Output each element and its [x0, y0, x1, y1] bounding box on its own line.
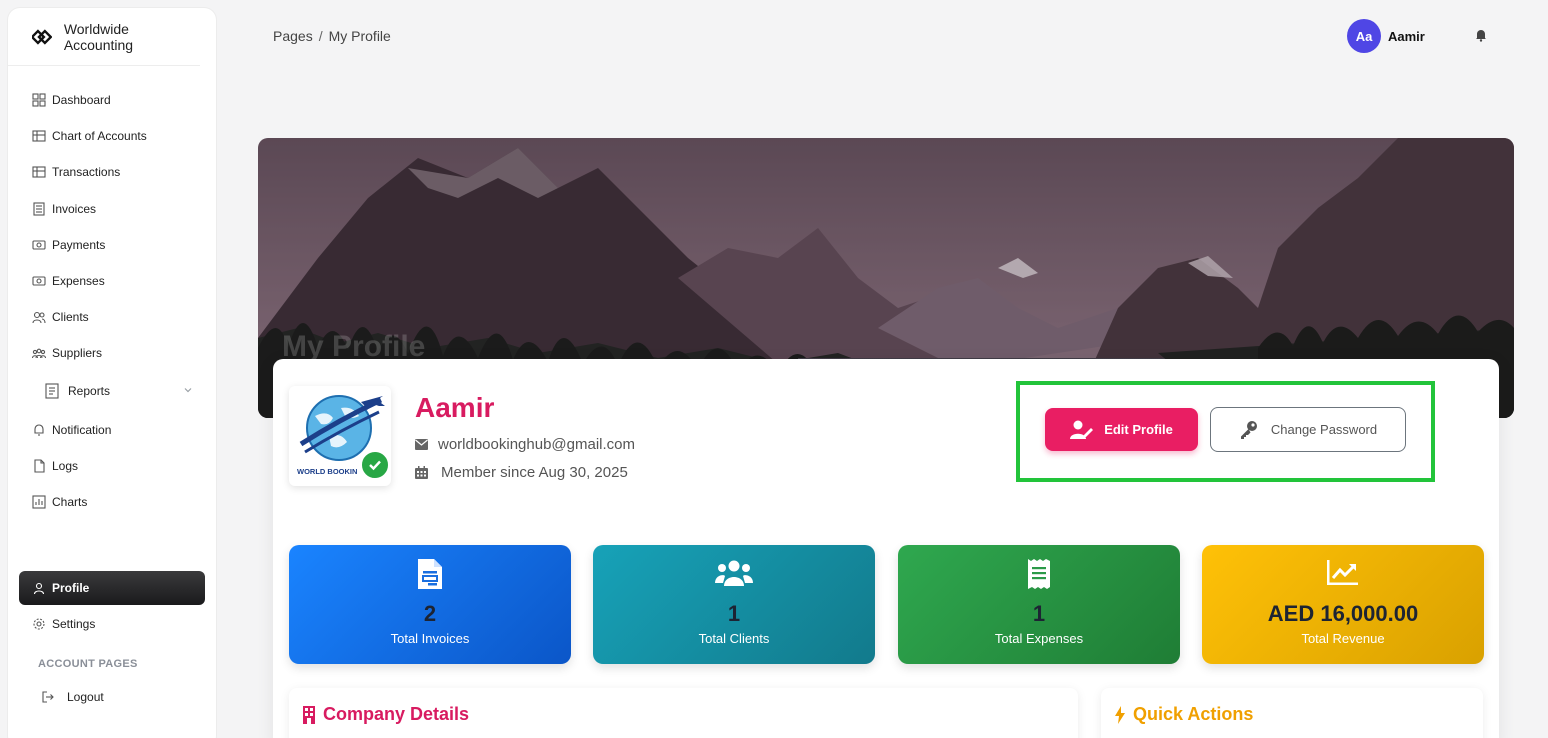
user-name[interactable]: Aamir	[1388, 29, 1425, 44]
sidebar-item-profile[interactable]: Profile	[19, 571, 205, 605]
verified-badge-icon	[359, 449, 391, 481]
table-icon	[32, 166, 46, 178]
sidebar-item-charts[interactable]: Charts	[19, 485, 205, 519]
chevron-down-icon[interactable]	[183, 385, 193, 395]
invoice-icon	[33, 202, 45, 216]
sidebar-item-label: Transactions	[52, 165, 121, 179]
sidebar-item-settings[interactable]: Settings	[19, 607, 205, 641]
stat-label: Total Revenue	[1301, 631, 1385, 646]
stat-value: 2	[423, 601, 437, 626]
stat-label: Total Invoices	[390, 631, 470, 646]
breadcrumb-parent[interactable]: Pages	[273, 28, 313, 44]
edit-profile-button[interactable]: Edit Profile	[1045, 408, 1198, 451]
stat-value: AED 16,000.00	[1267, 601, 1419, 626]
user-icon	[33, 582, 45, 595]
sidebar-item-label: Invoices	[52, 202, 97, 216]
sidebar-item-chart-of-accounts[interactable]: Chart of Accounts	[19, 119, 205, 153]
receipt-icon	[1028, 559, 1050, 589]
bell-icon[interactable]	[1474, 28, 1488, 42]
sidebar-item-label: Profile	[52, 581, 90, 595]
users-icon	[715, 560, 753, 586]
sidebar-item-label: Clients	[52, 310, 89, 324]
breadcrumb-current: My Profile	[328, 28, 391, 44]
sidebar-item-label: Logs	[52, 459, 79, 473]
sidebar-item-label: Reports	[68, 384, 111, 398]
calendar-icon	[415, 466, 428, 479]
stat-card-expenses[interactable]: 1 Total Expenses	[898, 545, 1180, 664]
profile-email: worldbookinghub@gmail.com	[415, 436, 635, 453]
sidebar-item-logs[interactable]: Logs	[19, 449, 205, 483]
sidebar-item-label: Settings	[52, 617, 96, 631]
stat-card-clients[interactable]: 1 Total Clients	[593, 545, 875, 664]
logo-text: WORLD BOOKIN	[297, 467, 357, 476]
sidebar: Worldwide Accounting Dashboard Chart of …	[8, 8, 216, 738]
sidebar-item-label: Expenses	[52, 274, 105, 288]
change-password-label: Change Password	[1270, 422, 1378, 437]
sidebar-item-notification[interactable]: Notification	[19, 413, 205, 447]
breadcrumb-separator: /	[318, 28, 323, 44]
profile-email-text: worldbookinghub@gmail.com	[438, 436, 635, 453]
breadcrumb: Pages / My Profile	[273, 28, 391, 44]
member-since-text: Member since Aug 30, 2025	[441, 464, 628, 481]
key-icon	[1240, 420, 1257, 439]
change-password-button[interactable]: Change Password	[1210, 407, 1406, 452]
stat-card-revenue[interactable]: AED 16,000.00 Total Revenue	[1202, 545, 1484, 664]
group-icon	[32, 348, 46, 359]
sidebar-item-suppliers[interactable]: Suppliers	[19, 336, 205, 370]
user-menu[interactable]: Aa Aamir	[1347, 19, 1425, 53]
quick-actions-label: Quick Actions	[1133, 704, 1254, 724]
sidebar-item-dashboard[interactable]: Dashboard	[19, 83, 205, 117]
sidebar-item-expenses[interactable]: Expenses	[19, 264, 205, 298]
stat-label: Total Clients	[698, 631, 770, 646]
sidebar-item-invoices[interactable]: Invoices	[19, 192, 205, 226]
stat-value: 1	[1032, 601, 1046, 626]
building-icon	[303, 705, 315, 724]
sidebar-item-label: Chart of Accounts	[52, 129, 147, 143]
company-details-panel: Company Details	[289, 688, 1078, 738]
profile-card: WORLD BOOKIN Aamir worldbookinghub@gmail…	[273, 359, 1499, 738]
logout-label: Logout	[67, 690, 104, 704]
diamond-logo-icon	[32, 28, 52, 45]
bolt-icon	[1115, 705, 1125, 724]
trend-chart-icon	[1327, 560, 1358, 585]
users-icon	[32, 311, 46, 324]
invoice-icon	[418, 559, 442, 589]
sidebar-item-reports[interactable]: Reports	[19, 374, 205, 408]
report-icon	[45, 383, 59, 399]
table-icon	[32, 130, 46, 142]
money-icon	[32, 276, 46, 286]
sidebar-item-label: Dashboard	[52, 93, 111, 107]
company-details-label: Company Details	[323, 704, 470, 724]
money-icon	[32, 240, 46, 250]
envelope-icon	[415, 439, 428, 450]
user-edit-icon	[1070, 420, 1094, 439]
company-details-title: Company Details	[303, 704, 469, 725]
sidebar-item-label: Notification	[52, 423, 112, 437]
sidebar-item-transactions[interactable]: Transactions	[19, 155, 205, 189]
sidebar-item-label: Suppliers	[52, 346, 103, 360]
brand[interactable]: Worldwide Accounting	[8, 8, 200, 66]
logout-icon	[42, 691, 54, 703]
quick-actions-title: Quick Actions	[1115, 704, 1253, 725]
bar-chart-icon	[32, 495, 46, 509]
sidebar-item-label: Charts	[52, 495, 88, 509]
sidebar-item-clients[interactable]: Clients	[19, 300, 205, 334]
gear-icon	[33, 618, 45, 630]
sidebar-item-payments[interactable]: Payments	[19, 228, 205, 262]
quick-actions-panel: Quick Actions	[1101, 688, 1483, 738]
file-icon	[34, 459, 45, 473]
profile-name: Aamir	[415, 392, 495, 423]
account-pages-label: ACCOUNT PAGES	[38, 658, 138, 670]
avatar[interactable]: Aa	[1347, 19, 1381, 53]
bell-icon	[34, 424, 44, 436]
logout-button[interactable]: Logout	[19, 680, 205, 714]
stat-value: 1	[727, 601, 741, 626]
stat-label: Total Expenses	[994, 631, 1084, 646]
sidebar-item-label: Payments	[52, 238, 106, 252]
edit-profile-label: Edit Profile	[1104, 422, 1173, 437]
stat-card-invoices[interactable]: 2 Total Invoices	[289, 545, 571, 664]
profile-member-since: Member since Aug 30, 2025	[415, 464, 628, 481]
brand-name: Worldwide Accounting	[63, 20, 134, 53]
dashboard-icon	[32, 93, 46, 107]
